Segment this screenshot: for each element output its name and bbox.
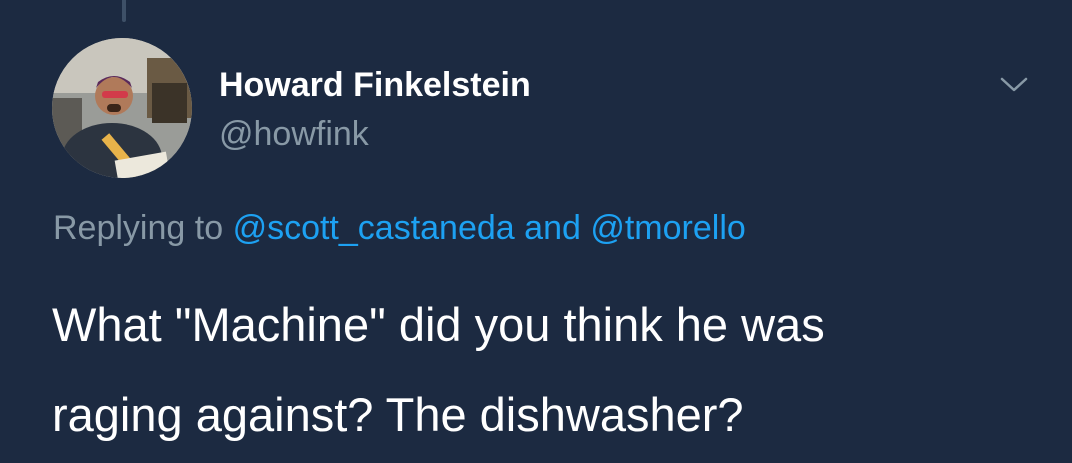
avatar[interactable] [52,38,192,178]
chevron-down-icon[interactable] [996,70,1032,98]
avatar-photo [52,38,192,178]
tweet-text-line-2: raging against? The dishwasher? [52,388,744,441]
replying-to-label: Replying to [53,209,224,247]
tweet-card: Howard Finkelstein @howfink Replying to … [0,0,1072,463]
mention-link-tmorello[interactable]: @tmorello [590,209,745,247]
mention-conjunction[interactable]: and [524,209,581,247]
replying-to-line: Replying to @scott_castaneda and @tmorel… [53,206,746,250]
author-handle[interactable]: @howfink [219,112,369,156]
thread-connector-line [122,0,126,22]
tweet-text-line-1: What "Machine" did you think he was [52,298,825,351]
tweet-body: What "Machine" did you think he was ragi… [52,280,1042,460]
mention-link-scott-castaneda[interactable]: @scott_castaneda [233,209,515,247]
author-display-name[interactable]: Howard Finkelstein [219,63,531,107]
